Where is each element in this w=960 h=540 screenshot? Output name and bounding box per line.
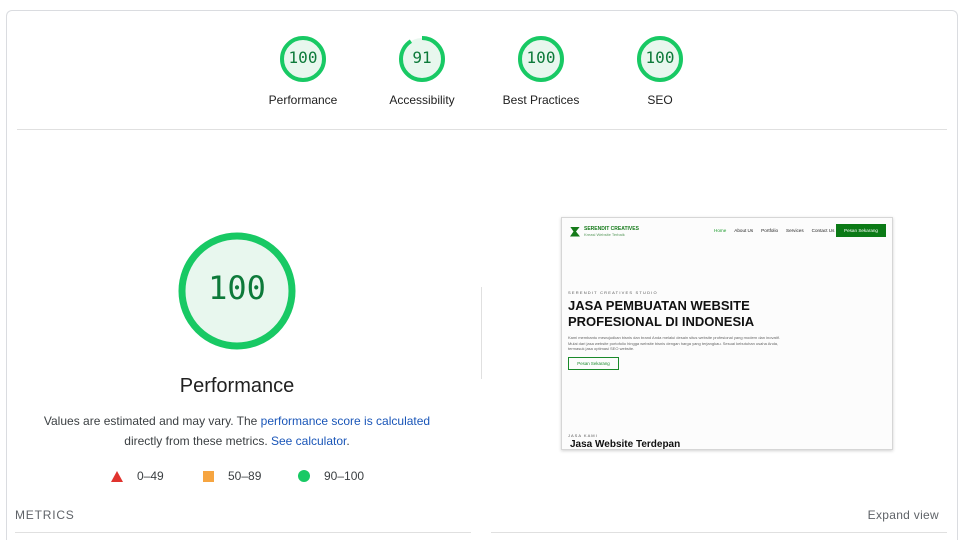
final-screenshot: SERENDIT CREATIVES Kreasi Website Terbai… bbox=[561, 217, 893, 450]
legend-label: 50–89 bbox=[228, 469, 262, 483]
nav-item-services: Services bbox=[786, 228, 804, 233]
triangle-icon bbox=[111, 470, 123, 482]
legend-label: 90–100 bbox=[324, 469, 365, 483]
legend-label: 0–49 bbox=[137, 469, 164, 483]
divider bbox=[17, 129, 947, 130]
gauge-best-practices[interactable]: 100 Best Practices bbox=[486, 35, 596, 107]
logo-tagline: Kreasi Website Terbaik bbox=[584, 232, 625, 237]
gauge-label: Performance bbox=[268, 93, 338, 107]
gauge-label: Best Practices bbox=[502, 93, 580, 107]
score-description: Values are estimated and may vary. The p… bbox=[31, 411, 443, 451]
gauge-score: 100 bbox=[526, 48, 556, 67]
divider bbox=[15, 532, 471, 533]
section-kicker: JASA KAMI bbox=[568, 433, 598, 438]
gauge-seo[interactable]: 100 SEO bbox=[605, 35, 715, 107]
gauge-score: 91 bbox=[412, 48, 432, 67]
legend-pass: 90–100 bbox=[298, 469, 364, 483]
hero-headline: JASA PEMBUATAN WEBSITE PROFESIONAL DI IN… bbox=[568, 298, 818, 330]
report-card: 100 Performance 91 Accessibility 100 Bes… bbox=[6, 10, 958, 540]
nav-item-about: About Us bbox=[734, 228, 754, 233]
metrics-heading: METRICS bbox=[15, 508, 75, 522]
performance-gauge-large: 100 bbox=[175, 229, 299, 353]
performance-title: Performance bbox=[179, 375, 295, 397]
desc-text: . bbox=[346, 434, 350, 448]
divider bbox=[491, 532, 947, 533]
nav-order-button: Pesan Sekarang bbox=[836, 224, 886, 237]
gauge-score: 100 bbox=[645, 48, 675, 67]
gauge-performance[interactable]: 100 Performance bbox=[248, 35, 358, 107]
circle-icon bbox=[298, 470, 310, 482]
square-icon bbox=[203, 470, 214, 482]
score-calculation-link[interactable]: performance score is calculated bbox=[261, 414, 430, 428]
category-gauges: 100 Performance 91 Accessibility 100 Bes… bbox=[7, 11, 957, 131]
desc-text: directly from these metrics. bbox=[124, 434, 271, 448]
nav-item-contact: Contact Us bbox=[811, 228, 835, 233]
nav-item-portfolio: Portfolio bbox=[761, 228, 779, 233]
performance-score: 100 bbox=[208, 269, 266, 307]
expand-view-toggle[interactable]: Expand view bbox=[868, 508, 939, 522]
divider bbox=[481, 287, 482, 379]
section-heading: Jasa Website Terdepan bbox=[570, 439, 681, 450]
site-nav: Home About Us Portfolio Services Contact… bbox=[714, 228, 834, 233]
gauge-label: Accessibility bbox=[389, 93, 455, 107]
hero-kicker: SERENDIT CREATIVES STUDIO bbox=[568, 290, 658, 295]
see-calculator-link[interactable]: See calculator bbox=[271, 434, 346, 448]
gauge-score: 100 bbox=[288, 48, 318, 67]
gauge-accessibility[interactable]: 91 Accessibility bbox=[367, 35, 477, 107]
legend-average: 50–89 bbox=[203, 469, 261, 483]
logo-icon bbox=[570, 226, 580, 237]
hero-cta-button: Pesan Sekarang bbox=[568, 357, 619, 370]
desc-text: Values are estimated and may vary. The bbox=[43, 414, 261, 428]
nav-item-home: Home bbox=[714, 228, 727, 233]
hero-headline-line: JASA PEMBUATAN WEBSITE bbox=[568, 298, 750, 313]
gauge-label: SEO bbox=[647, 93, 673, 107]
hero-paragraph: Kami membantu mewujudkan bisnis dan bran… bbox=[568, 335, 780, 351]
hero-headline-line: PROFESIONAL DI INDONESIA bbox=[568, 314, 755, 329]
legend-fail: 0–49 bbox=[111, 469, 164, 483]
site-logo: SERENDIT CREATIVES Kreasi Website Terbai… bbox=[570, 226, 639, 237]
